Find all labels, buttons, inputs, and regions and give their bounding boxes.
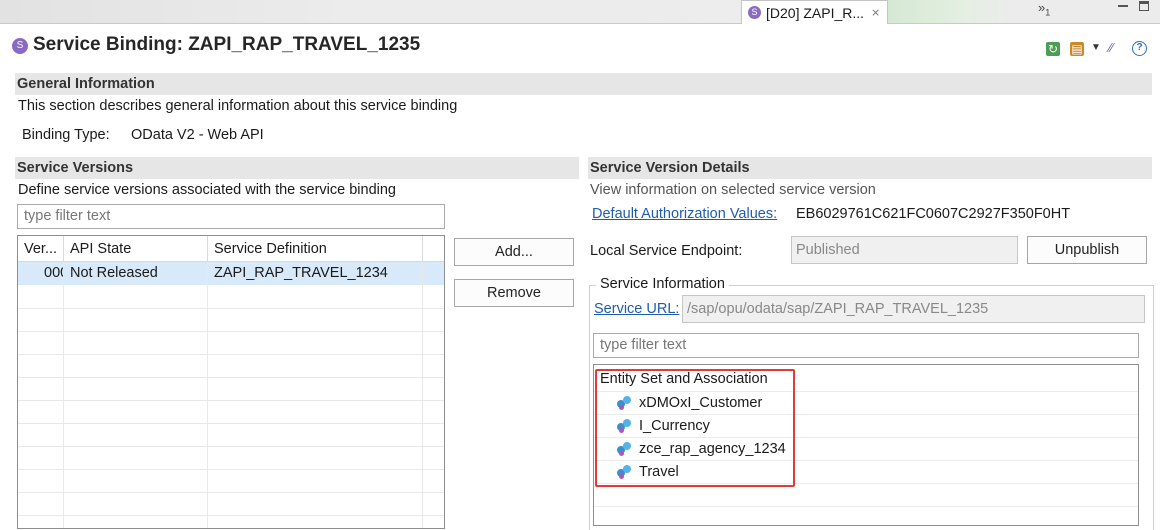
editor-tab-strip [0,0,1160,24]
grid-line [207,262,208,528]
authorization-value: EB6029761C621FC0607C2927F350F0HT [796,206,1071,222]
page-title: Service Binding: ZAPI_RAP_TRAVEL_1235 [33,34,421,55]
service-binding-icon: S [12,38,28,54]
grid-line [63,262,64,528]
service-information-heading: Service Information [596,276,729,292]
service-url-field[interactable]: /sap/opu/odata/sap/ZAPI_RAP_TRAVEL_1235 [682,295,1145,323]
close-icon[interactable]: ⨯ [871,6,880,19]
general-information-heading: General Information [15,73,1152,95]
grid-line [18,423,444,424]
grid-line [594,506,1138,507]
table-cell-version: 0001 [44,265,64,281]
grid-line [18,515,444,516]
grid-line [18,400,444,401]
versions-filter-input[interactable]: type filter text [17,204,445,229]
table-cell-service-definition: ZAPI_RAP_TRAVEL_1234 [214,265,388,281]
service-versions-table[interactable]: Ver... API State Service Definition 0001… [17,235,445,529]
service-version-details-heading: Service Version Details [588,157,1152,179]
tab-service-binding[interactable]: S [D20] ZAPI_R... ⨯ [741,0,888,24]
local-service-endpoint-label: Local Service Endpoint: [590,243,743,259]
service-binding-icon: S [748,6,761,19]
grid-line [18,331,444,332]
grid-line [18,308,444,309]
tab-strip-gradient [885,0,1015,23]
minimize-icon[interactable] [1118,5,1128,7]
table-cell-api-state: Not Released [70,265,158,281]
tab-label: [D20] ZAPI_R... [766,4,865,21]
more-tabs-button[interactable]: »1 [1038,0,1050,18]
column-header-version[interactable]: Ver... [18,236,64,262]
binding-type-label: Binding Type: [22,127,110,143]
column-header-filler [423,236,444,262]
publish-icon[interactable]: ▤ [1070,42,1084,56]
endpoint-status-field: Published [791,236,1018,264]
binding-type-value: OData V2 - Web API [131,127,264,143]
refresh-icon[interactable]: ↻ [1046,42,1060,56]
general-description: This section describes general informati… [18,98,458,114]
grid-line [18,354,444,355]
red-highlight-annotation [595,369,795,487]
grid-line [18,377,444,378]
grid-line [422,262,423,528]
service-versions-heading: Service Versions [15,157,579,179]
unpublish-button[interactable]: Unpublish [1027,236,1147,264]
grid-line [18,469,444,470]
service-url-link[interactable]: Service URL: [594,301,679,317]
service-version-details-description: View information on selected service ver… [590,182,876,198]
add-version-button[interactable]: Add... [454,238,574,266]
default-authorization-link[interactable]: Default Authorization Values: [592,206,777,222]
remove-version-button[interactable]: Remove [454,279,574,307]
chevron-down-icon[interactable]: ▼ [1091,42,1101,53]
column-header-service-definition[interactable]: Service Definition [208,236,423,262]
format-icon[interactable]: ⁄⁄ [1109,40,1113,55]
help-icon[interactable]: ? [1132,41,1147,56]
grid-line [18,446,444,447]
column-header-api-state[interactable]: API State [64,236,208,262]
entity-filter-input[interactable]: type filter text [593,333,1139,358]
hidden-tab-count: 1 [1045,7,1051,18]
service-versions-description: Define service versions associated with … [18,182,396,198]
maximize-icon[interactable] [1139,1,1149,11]
grid-line [18,492,444,493]
